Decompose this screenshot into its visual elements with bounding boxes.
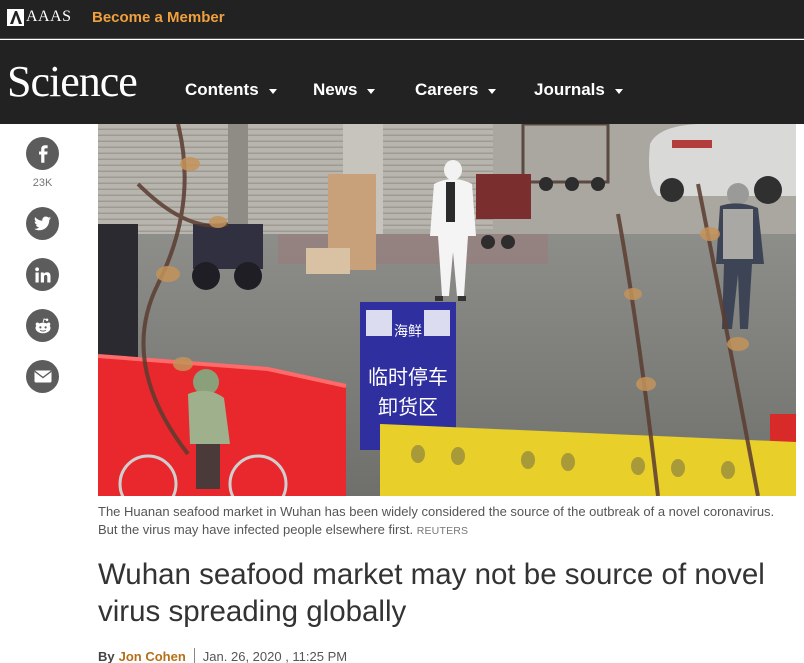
nav-careers[interactable]: Careers bbox=[415, 80, 497, 100]
aaas-logo-mark-icon bbox=[7, 8, 24, 26]
author-link[interactable]: Jon Cohen bbox=[119, 649, 186, 663]
caret-down-icon bbox=[268, 88, 277, 94]
nav-news-label: News bbox=[313, 80, 358, 99]
caret-down-icon bbox=[367, 88, 376, 94]
nav-journals-label: Journals bbox=[534, 80, 605, 99]
twitter-share-button[interactable] bbox=[26, 207, 59, 240]
sign-text-line1: 临时停车 bbox=[368, 365, 448, 389]
nav-careers-label: Careers bbox=[415, 80, 479, 99]
email-share-button[interactable] bbox=[26, 360, 59, 393]
facebook-share-count: 23K bbox=[32, 177, 53, 189]
nav-journals[interactable]: Journals bbox=[534, 80, 623, 100]
top-bar: AAAS Become a Member bbox=[0, 0, 804, 39]
byline-prefix: By bbox=[98, 648, 115, 663]
publish-date: Jan. 26, 2020 , 11:25 PM bbox=[202, 648, 348, 663]
nav-news[interactable]: News bbox=[313, 80, 376, 100]
photo-caption: The Huanan seafood market in Wuhan has b… bbox=[98, 503, 788, 540]
byline-divider bbox=[193, 648, 195, 663]
photo-credit: REUTERS bbox=[416, 525, 469, 537]
facebook-icon bbox=[38, 144, 48, 163]
become-member-link[interactable]: Become a Member bbox=[92, 9, 225, 26]
linkedin-icon bbox=[34, 266, 50, 282]
facebook-share-button[interactable] bbox=[26, 137, 59, 170]
sign-text-top: 海鲜 bbox=[394, 324, 422, 340]
science-logo[interactable]: Science bbox=[7, 56, 138, 107]
sign-text-line2: 卸货区 bbox=[378, 395, 438, 419]
article-headline: Wuhan seafood market may not be source o… bbox=[98, 558, 765, 628]
aaas-logo[interactable]: AAAS bbox=[7, 8, 72, 26]
hero-photo: 海鲜 临时停车 卸货区 bbox=[98, 124, 796, 496]
aaas-logo-text: AAAS bbox=[26, 8, 72, 25]
caret-down-icon bbox=[614, 88, 623, 94]
hero-photo-scene: 海鲜 临时停车 卸货区 bbox=[98, 124, 796, 496]
reddit-icon bbox=[35, 317, 50, 333]
main-nav: Science Contents News Careers Journals bbox=[0, 40, 804, 124]
twitter-icon bbox=[34, 216, 51, 231]
byline: By Jon Cohen Jan. 26, 2020 , 11:25 PM bbox=[98, 646, 347, 663]
nav-contents[interactable]: Contents bbox=[185, 80, 277, 100]
linkedin-share-button[interactable] bbox=[26, 258, 59, 291]
caret-down-icon bbox=[488, 88, 497, 94]
nav-contents-label: Contents bbox=[185, 80, 259, 99]
reddit-share-button[interactable] bbox=[26, 309, 59, 342]
email-icon bbox=[33, 370, 52, 383]
